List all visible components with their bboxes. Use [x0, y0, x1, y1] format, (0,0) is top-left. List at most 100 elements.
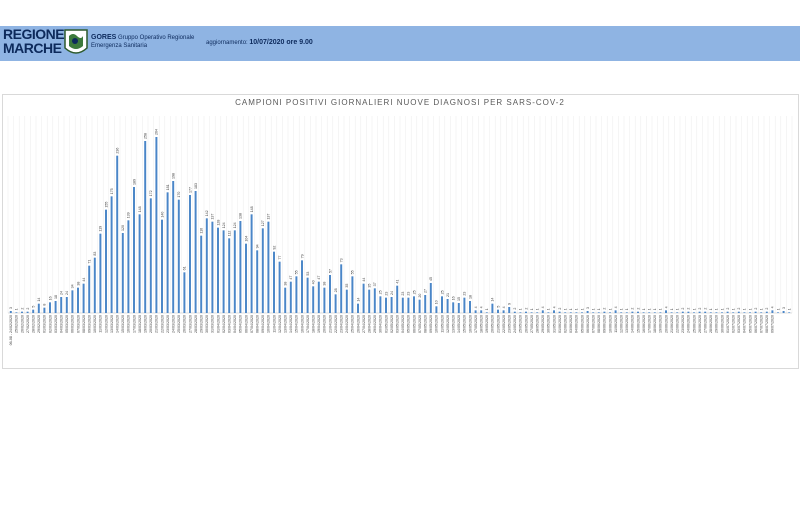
x-tick-label: 02/07/2020 — [732, 315, 736, 333]
x-tick-label: 01/07/2020 — [726, 315, 730, 333]
x-tick-label: 29/06/2020 — [715, 315, 719, 333]
data-label: 137 — [211, 214, 215, 220]
bar — [211, 221, 214, 313]
bar — [715, 312, 718, 313]
x-tick-label: 23/03/2020 — [166, 315, 170, 333]
data-label: 2 — [631, 308, 635, 310]
data-label: 34 — [71, 284, 75, 288]
x-tick-label: 27/03/2020 — [188, 315, 192, 333]
bar — [155, 137, 158, 313]
bar — [390, 297, 393, 313]
bar — [452, 302, 455, 313]
bar — [485, 312, 488, 313]
bar — [177, 199, 180, 313]
bar — [704, 311, 707, 313]
data-label: 1 — [642, 308, 646, 310]
data-label: 175 — [110, 188, 114, 194]
bar — [429, 283, 432, 313]
data-label: 1 — [670, 308, 674, 310]
bar — [15, 312, 18, 313]
bar — [245, 243, 247, 313]
data-label: 189 — [132, 179, 136, 185]
x-tick-label: 29/02/2020 — [37, 315, 41, 333]
data-label: 24 — [65, 291, 69, 295]
x-tick-label: 15/04/2020 — [295, 315, 299, 333]
x-tick-label: 06-08 - 24/02/2020 — [9, 315, 13, 345]
bar — [121, 233, 124, 313]
data-label: 104 — [244, 236, 248, 242]
bar — [306, 277, 309, 313]
x-tick-label: 11/06/2020 — [614, 315, 618, 333]
x-tick-label: 05/07/2020 — [748, 315, 752, 333]
bar — [43, 307, 46, 313]
bar — [665, 310, 667, 313]
data-label: 25 — [412, 290, 416, 294]
x-tick-label: 11/03/2020 — [99, 315, 103, 333]
x-tick-label: 09/07/2020 — [771, 315, 775, 333]
data-label: 4 — [771, 306, 775, 308]
data-label: 5 — [496, 306, 500, 308]
bar — [575, 312, 578, 313]
x-tick-label: 04/03/2020 — [60, 315, 64, 333]
bar — [670, 312, 673, 313]
x-tick-label: 20/04/2020 — [323, 315, 327, 333]
x-tick-label: 07/03/2020 — [76, 315, 80, 333]
x-tick-label: 13/04/2020 — [284, 315, 288, 333]
bar — [233, 230, 236, 313]
bar — [340, 264, 343, 313]
bar — [413, 296, 415, 313]
data-label: 4 — [502, 306, 506, 308]
data-label: 1 — [720, 308, 724, 310]
bar — [687, 311, 690, 313]
x-tick-label: 24/03/2020 — [172, 315, 176, 333]
bar — [491, 303, 494, 313]
x-tick-label: 09/03/2020 — [88, 315, 92, 333]
data-label: 2 — [558, 308, 562, 310]
bar — [569, 312, 572, 313]
data-label: 23 — [463, 292, 467, 296]
data-label: 1 — [776, 308, 780, 310]
bar — [239, 221, 242, 313]
data-label: 18 — [54, 295, 58, 299]
bar — [329, 275, 331, 313]
bar — [26, 311, 29, 313]
bar — [161, 219, 163, 313]
data-label: 170 — [177, 192, 181, 198]
data-label: 47 — [289, 276, 293, 280]
x-tick-label: 03/06/2020 — [569, 315, 573, 333]
bar — [250, 214, 253, 313]
bar — [261, 228, 264, 313]
bar — [698, 311, 701, 313]
x-tick-label: 30/04/2020 — [379, 315, 383, 333]
bar — [463, 297, 466, 313]
x-tick-label: 05/06/2020 — [580, 315, 584, 333]
data-label: 24 — [390, 291, 394, 295]
bar — [189, 195, 191, 313]
bar — [71, 290, 74, 313]
data-label: 258 — [144, 133, 148, 139]
data-label: 18 — [468, 295, 472, 299]
x-tick-label: 12/06/2020 — [620, 315, 624, 333]
data-label: 4 — [541, 306, 545, 308]
x-tick-label: 17/04/2020 — [306, 315, 310, 333]
bar — [368, 289, 371, 313]
bar — [726, 311, 729, 313]
bar — [777, 312, 779, 313]
x-tick-label: 26/04/2020 — [356, 315, 360, 333]
x-tick-label: 01/04/2020 — [216, 315, 220, 333]
bar — [295, 276, 298, 313]
data-label: 94 — [256, 244, 260, 248]
x-tick-label: 13/06/2020 — [625, 315, 629, 333]
data-label: 44 — [362, 278, 366, 282]
x-tick-label: 28/03/2020 — [194, 315, 198, 333]
x-tick-label: 19/03/2020 — [144, 315, 148, 333]
x-tick-label: 04/05/2020 — [401, 315, 405, 333]
bar — [116, 155, 119, 313]
data-label: 37 — [373, 282, 377, 286]
bar — [32, 309, 35, 313]
x-tick-label: 02/05/2020 — [390, 315, 394, 333]
data-label: 16 — [452, 296, 456, 300]
bar — [138, 214, 141, 313]
data-label: 57 — [328, 269, 332, 273]
bar — [754, 311, 757, 313]
